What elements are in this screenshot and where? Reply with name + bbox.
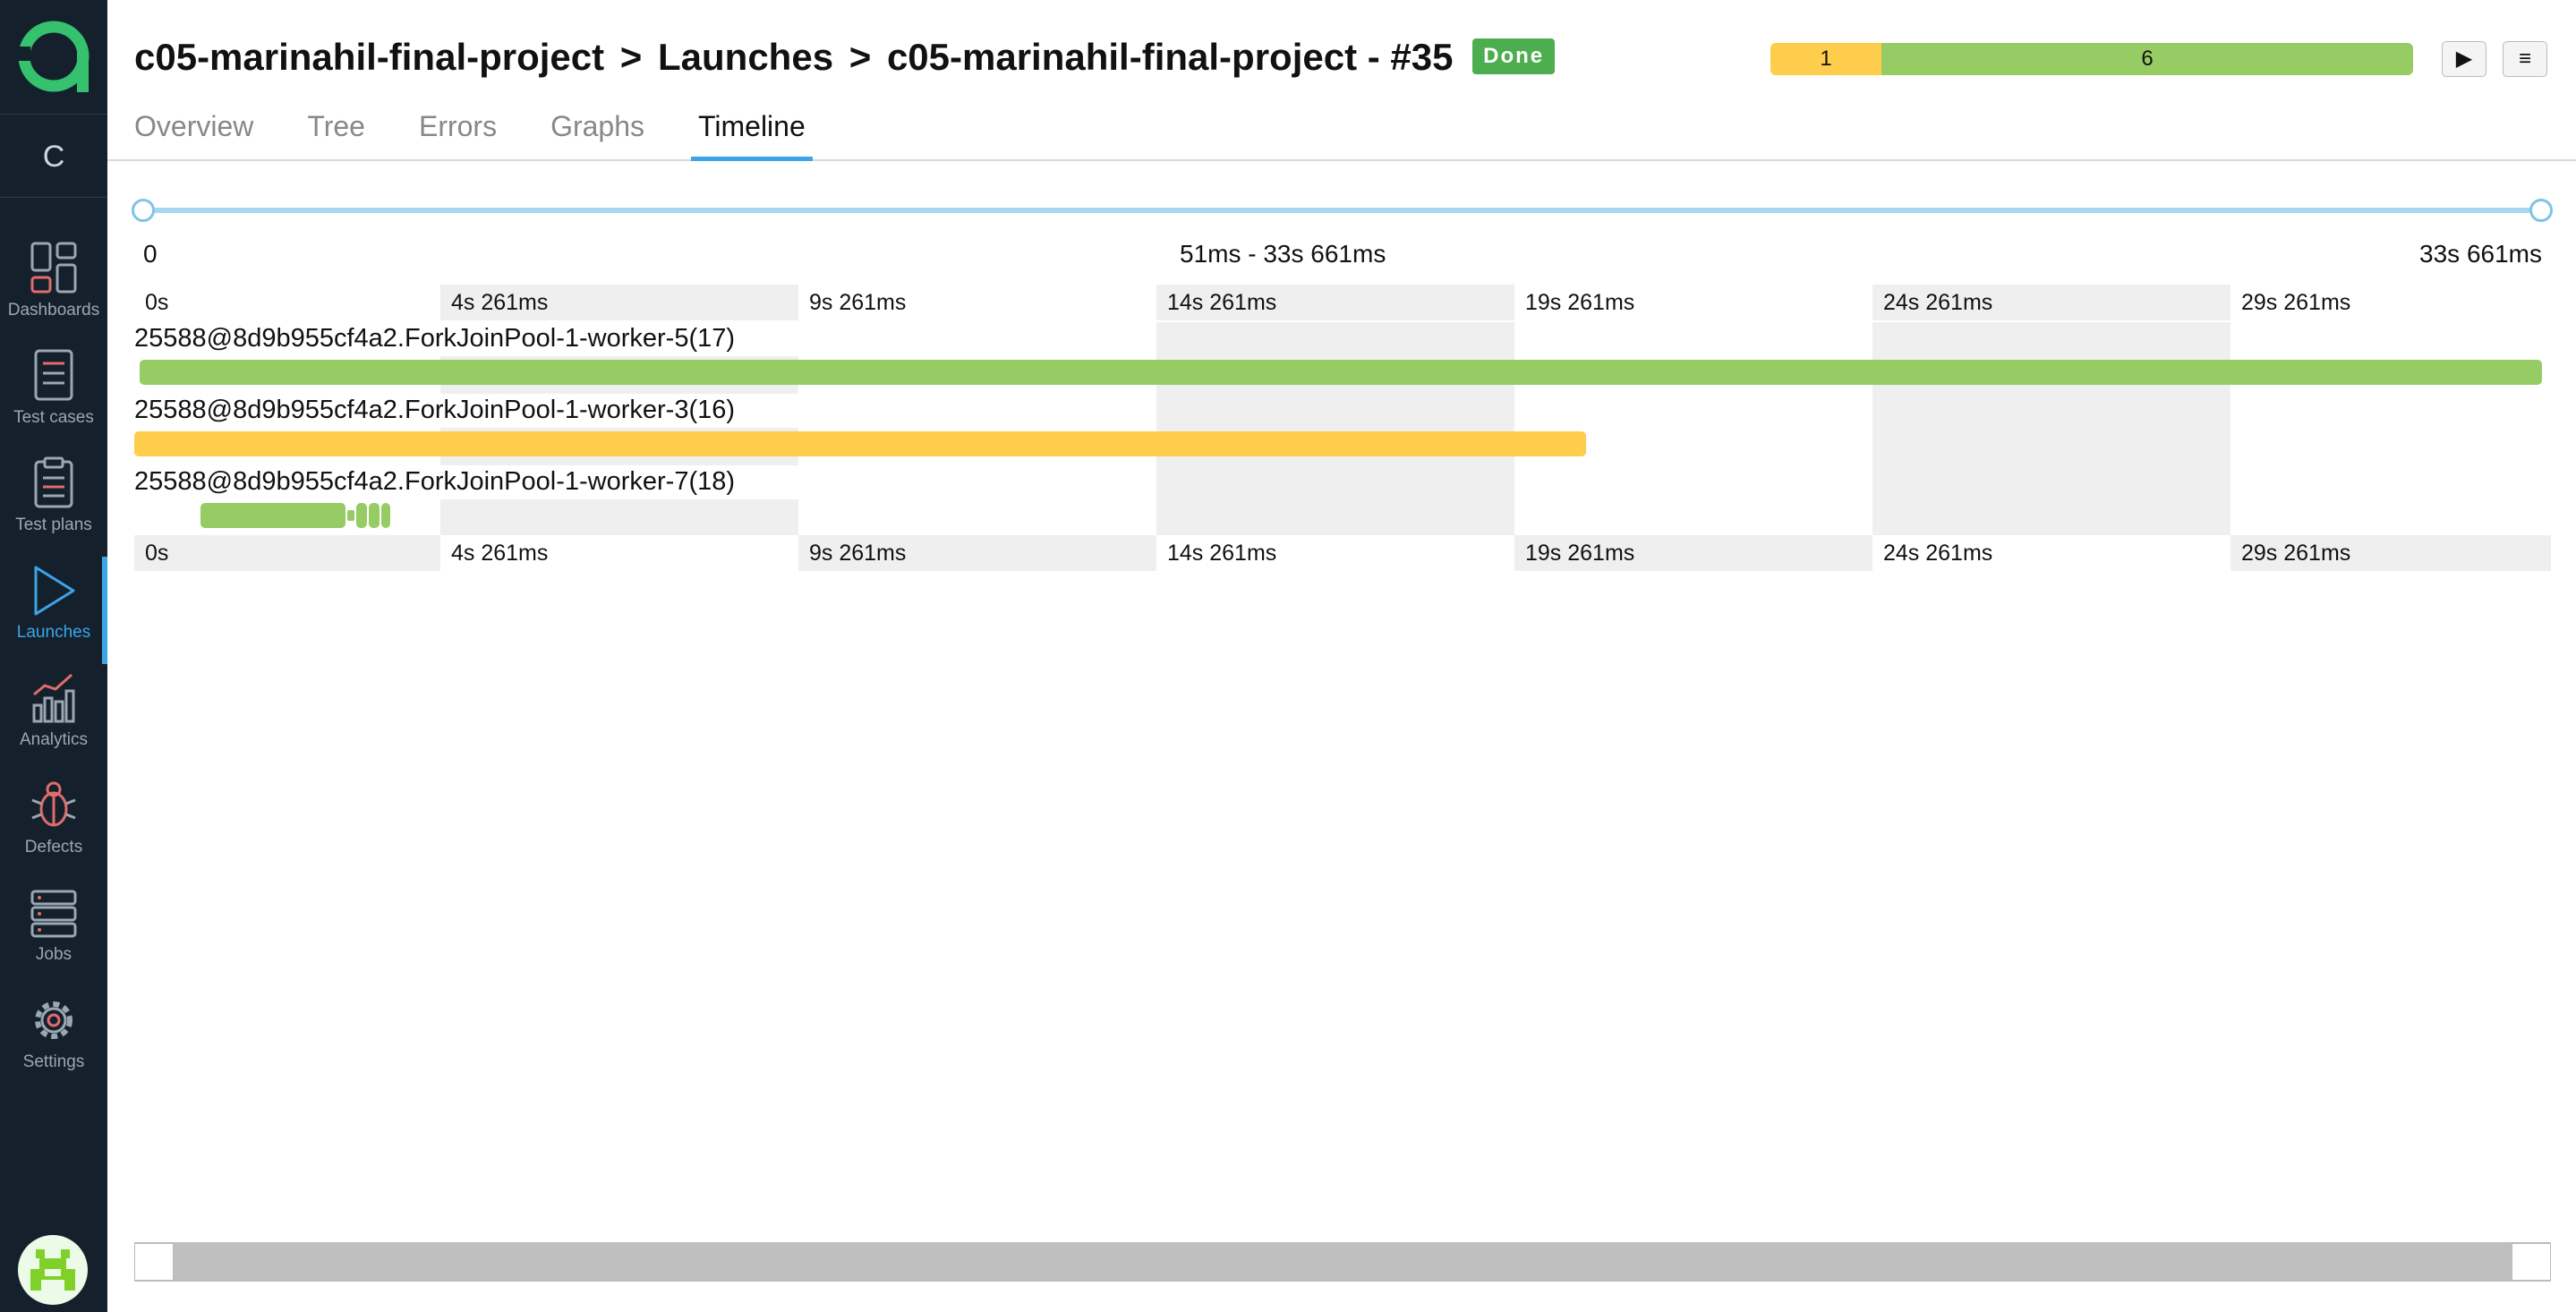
sidebar-item-jobs[interactable]: Jobs (0, 879, 107, 986)
timeline-axis-bottom: 0s 4s 261ms 9s 261ms 14s 261ms 19s 261ms… (134, 535, 2551, 571)
sidebar-item-label: Defects (24, 838, 83, 856)
axis-tick: 29s 261ms (2231, 535, 2551, 571)
timeline-axis-top: 0s 4s 261ms 9s 261ms 14s 261ms 19s 261ms… (134, 285, 2551, 320)
project-initial: C (42, 140, 65, 174)
axis-tick: 24s 261ms (1872, 535, 2231, 571)
breadcrumb: c05-marinahil-final-project > Launches >… (134, 36, 1556, 79)
sidebar-item-settings[interactable]: Settings (0, 986, 107, 1094)
launch-header: c05-marinahil-final-project > Launches >… (107, 0, 2576, 161)
sidebar: C Dashboards Test cases Test plans Launc… (0, 0, 107, 1312)
thread-label: 25588@8d9b955cf4a2.ForkJoinPool-1-worker… (134, 396, 736, 424)
play-icon: ▶ (2455, 47, 2473, 71)
launch-tabs: Overview Tree Errors Graphs Timeline (134, 107, 859, 161)
sidebar-item-label: Launches (16, 623, 91, 642)
range-slider-start-handle[interactable] (132, 199, 155, 222)
tab-graphs[interactable]: Graphs (550, 107, 644, 161)
breadcrumb-launches[interactable]: Launches (658, 36, 833, 78)
timeline-panel: 0 51ms - 33s 661ms 33s 661ms 0s 4s 261ms… (132, 179, 2553, 1307)
tab-overview[interactable]: Overview (134, 107, 253, 161)
analytics-icon (32, 673, 75, 723)
breadcrumb-separator: > (849, 36, 872, 78)
sidebar-item-label: Dashboards (7, 301, 100, 319)
breadcrumb-project[interactable]: c05-marinahil-final-project (134, 36, 604, 78)
allure-logo[interactable] (0, 0, 107, 115)
rerun-button[interactable]: ▶ (2442, 41, 2486, 77)
range-slider-track[interactable] (143, 208, 2542, 213)
defects-icon (31, 781, 76, 827)
active-nav-indicator (102, 557, 107, 664)
user-avatar[interactable] (18, 1235, 88, 1305)
axis-tick: 0s (134, 535, 440, 571)
test-bar-passed[interactable] (381, 503, 390, 528)
scrollbar-left-handle[interactable] (134, 1243, 174, 1281)
project-switcher[interactable]: C (0, 115, 107, 198)
range-end-label: 33s 661ms (2419, 240, 2542, 268)
test-bar-broken[interactable] (134, 431, 1586, 456)
settings-icon (35, 1001, 73, 1039)
breadcrumb-separator: > (619, 36, 643, 78)
range-selection-label: 51ms - 33s 661ms (1180, 240, 1386, 268)
test-bar-passed[interactable] (347, 510, 354, 521)
breadcrumb-launch: c05-marinahil-final-project - #35 (886, 36, 1454, 78)
test-bar-passed[interactable] (356, 503, 367, 528)
axis-tick: 19s 261ms (1514, 285, 1872, 320)
sidebar-item-defects[interactable]: Defects (0, 771, 107, 879)
axis-tick: 4s 261ms (440, 535, 798, 571)
range-start-label: 0 (143, 240, 158, 268)
sidebar-item-analytics[interactable]: Analytics (0, 664, 107, 771)
sidebar-item-test-plans[interactable]: Test plans (0, 449, 107, 557)
test-bar-passed[interactable] (200, 503, 345, 528)
thread-label: 25588@8d9b955cf4a2.ForkJoinPool-1-worker… (134, 467, 736, 496)
tab-errors[interactable]: Errors (419, 107, 497, 161)
sidebar-item-label: Settings (22, 1052, 85, 1071)
sidebar-item-label: Jobs (35, 945, 73, 964)
menu-icon: ≡ (2518, 47, 2531, 71)
passed-count[interactable]: 6 (1881, 43, 2413, 75)
avatar-icon (30, 1249, 75, 1291)
timeline-rows: 25588@8d9b955cf4a2.ForkJoinPool-1-worker… (134, 322, 2551, 537)
test-bar-passed[interactable] (140, 360, 2542, 385)
sidebar-item-dashboards[interactable]: Dashboards (0, 234, 107, 342)
axis-tick: 4s 261ms (440, 285, 798, 320)
sidebar-item-test-cases[interactable]: Test cases (0, 342, 107, 449)
launch-stats-bar[interactable]: 1 6 (1770, 43, 2413, 75)
test-plans-icon (34, 456, 73, 508)
allure-logo-icon (13, 21, 90, 92)
timeline-horizontal-scrollbar[interactable] (134, 1242, 2551, 1282)
sidebar-item-label: Test cases (13, 408, 94, 427)
axis-tick: 9s 261ms (798, 535, 1156, 571)
thread-label: 25588@8d9b955cf4a2.ForkJoinPool-1-worker… (134, 324, 736, 353)
broken-count[interactable]: 1 (1770, 43, 1881, 75)
jobs-icon (30, 890, 77, 938)
tab-tree[interactable]: Tree (307, 107, 365, 161)
tab-timeline[interactable]: Timeline (691, 107, 813, 161)
sidebar-item-label: Test plans (15, 515, 92, 534)
axis-tick: 29s 261ms (2231, 285, 2551, 320)
test-cases-icon (34, 349, 73, 401)
sidebar-item-launches[interactable]: Launches (0, 557, 107, 664)
launches-icon (34, 566, 75, 616)
status-badge: Done (1472, 38, 1556, 74)
dashboards-icon (30, 242, 77, 294)
axis-tick: 0s (134, 285, 440, 320)
axis-tick: 14s 261ms (1156, 285, 1514, 320)
sidebar-item-label: Analytics (19, 730, 89, 749)
range-slider-end-handle[interactable] (2529, 199, 2553, 222)
axis-tick: 19s 261ms (1514, 535, 1872, 571)
axis-tick: 9s 261ms (798, 285, 1156, 320)
test-bar-passed[interactable] (369, 503, 380, 528)
axis-tick: 14s 261ms (1156, 535, 1514, 571)
launch-menu-button[interactable]: ≡ (2503, 41, 2547, 77)
scrollbar-right-handle[interactable] (2512, 1243, 2551, 1281)
axis-tick: 24s 261ms (1872, 285, 2231, 320)
